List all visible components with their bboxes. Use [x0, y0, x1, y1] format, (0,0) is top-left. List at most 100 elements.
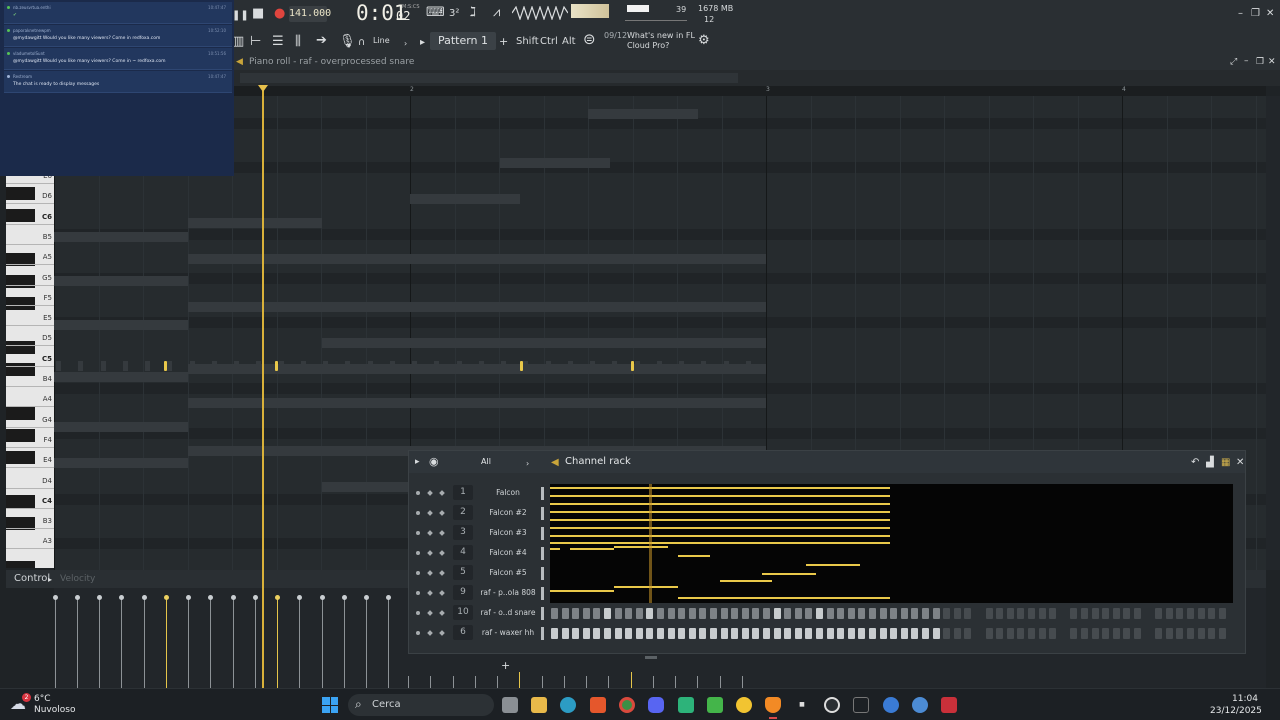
velocity-handle[interactable] — [208, 595, 214, 600]
app-red-icon[interactable] — [941, 697, 957, 713]
mute-led[interactable] — [416, 491, 420, 495]
microphone-icon[interactable]: 🎙 — [339, 35, 356, 48]
step-button[interactable] — [657, 628, 664, 639]
step-button[interactable] — [869, 608, 876, 619]
snare-note[interactable] — [164, 361, 167, 371]
step-button[interactable] — [688, 608, 696, 619]
clock-date[interactable]: 23/12/2025 — [1210, 706, 1262, 716]
velocity-handle[interactable] — [319, 595, 325, 600]
volume-knob-icon[interactable] — [439, 510, 445, 516]
step-button[interactable] — [911, 608, 919, 619]
add-pattern-icon[interactable]: + — [499, 35, 508, 48]
step-button[interactable] — [985, 608, 993, 619]
weather-description[interactable]: Nuvoloso — [34, 705, 75, 715]
velocity-handle[interactable] — [386, 595, 392, 600]
step-button[interactable] — [678, 628, 686, 639]
step-button[interactable] — [572, 608, 580, 619]
step-button[interactable] — [561, 608, 569, 619]
piano-roll-preview[interactable] — [550, 484, 1233, 603]
step-button[interactable] — [922, 608, 929, 619]
snare-note[interactable] — [520, 361, 523, 371]
volume-knob-icon[interactable] — [439, 590, 445, 596]
cloud-icon[interactable]: ⚙ — [698, 34, 710, 47]
step-button[interactable] — [1155, 628, 1163, 639]
step-button[interactable] — [826, 628, 834, 639]
step-button[interactable] — [1038, 608, 1046, 619]
stop-button[interactable]: ■ — [252, 7, 264, 20]
velocity-handle[interactable] — [364, 595, 369, 600]
step-button[interactable] — [964, 628, 972, 639]
step-button[interactable] — [1049, 628, 1057, 639]
control-arrow-icon[interactable]: ▸ — [48, 573, 52, 586]
step-button[interactable] — [1081, 608, 1088, 619]
playhead-marker[interactable] — [258, 85, 268, 92]
step-button[interactable] — [932, 608, 940, 619]
step-button[interactable] — [699, 628, 707, 639]
step-button[interactable] — [869, 628, 876, 639]
step-button[interactable] — [667, 628, 675, 639]
step-button[interactable] — [1102, 608, 1110, 619]
black-key[interactable] — [6, 451, 35, 465]
minimize-icon[interactable]: – — [1238, 7, 1243, 20]
channel-select[interactable] — [541, 627, 544, 640]
volume-knob-icon[interactable] — [439, 550, 445, 556]
pan-knob-icon[interactable] — [427, 530, 433, 536]
step-button[interactable] — [1123, 628, 1131, 639]
mute-led[interactable] — [416, 531, 420, 535]
mixer-track-number[interactable]: 9 — [453, 585, 473, 600]
step-button[interactable] — [710, 608, 717, 619]
filter-arrow-icon[interactable]: › — [526, 457, 529, 470]
pattern-arrow-icon[interactable]: ▸ — [420, 36, 425, 49]
step-button[interactable] — [657, 608, 664, 619]
velocity-handle[interactable] — [230, 595, 236, 600]
volume-knob-icon[interactable] — [439, 610, 445, 616]
step-button[interactable] — [710, 628, 717, 639]
step-button[interactable] — [731, 608, 739, 619]
step-button[interactable] — [922, 628, 929, 639]
step-button[interactable] — [794, 608, 802, 619]
alt-button[interactable]: Alt — [562, 36, 576, 47]
step-button[interactable] — [1165, 628, 1173, 639]
black-key[interactable] — [6, 187, 35, 201]
velocity-bar[interactable] — [165, 598, 167, 688]
typing-keyboard-icon[interactable]: ⌨ — [426, 6, 445, 19]
step-button[interactable] — [784, 608, 792, 619]
step-button[interactable] — [741, 628, 749, 639]
step-button[interactable] — [678, 608, 686, 619]
rack-scrollbar[interactable] — [645, 656, 657, 659]
step-button[interactable] — [1197, 628, 1205, 639]
pan-knob-icon[interactable] — [427, 570, 433, 576]
snare-note[interactable] — [631, 361, 634, 371]
black-key[interactable] — [6, 407, 35, 421]
velocity-handle[interactable] — [163, 595, 169, 600]
step-button[interactable] — [752, 628, 760, 639]
record-button[interactable]: ● — [274, 7, 285, 20]
step-button[interactable] — [943, 608, 951, 619]
step-button[interactable] — [784, 628, 792, 639]
step-button[interactable] — [1017, 628, 1025, 639]
timeline-ruler[interactable]: 2 3 4 — [54, 86, 1266, 96]
step-button[interactable] — [1070, 628, 1078, 639]
step-button[interactable] — [1006, 608, 1014, 619]
step-button[interactable] — [604, 608, 611, 619]
search-box[interactable]: ⌕ Cerca — [348, 694, 494, 716]
step-button[interactable] — [551, 628, 558, 639]
step-button[interactable] — [699, 608, 707, 619]
black-key[interactable] — [6, 561, 35, 568]
step-button[interactable] — [593, 608, 601, 619]
black-key[interactable] — [6, 495, 35, 509]
close-icon[interactable]: ✕ — [1268, 56, 1276, 69]
app-green2-icon[interactable] — [707, 697, 723, 713]
velocity-handle[interactable] — [97, 595, 102, 600]
step-button[interactable] — [890, 628, 898, 639]
channel-row[interactable]: 10 raf - o..d snare — [409, 603, 1247, 623]
step-button[interactable] — [1112, 628, 1120, 639]
playlist-icon[interactable]: ☰ — [272, 35, 284, 48]
black-key[interactable] — [6, 297, 35, 311]
channel-select[interactable] — [541, 527, 544, 540]
mixer-track-number[interactable]: 5 — [453, 565, 473, 580]
step-button[interactable] — [752, 608, 760, 619]
step-button[interactable] — [572, 628, 580, 639]
step-button[interactable] — [614, 608, 622, 619]
step-button[interactable] — [561, 628, 569, 639]
